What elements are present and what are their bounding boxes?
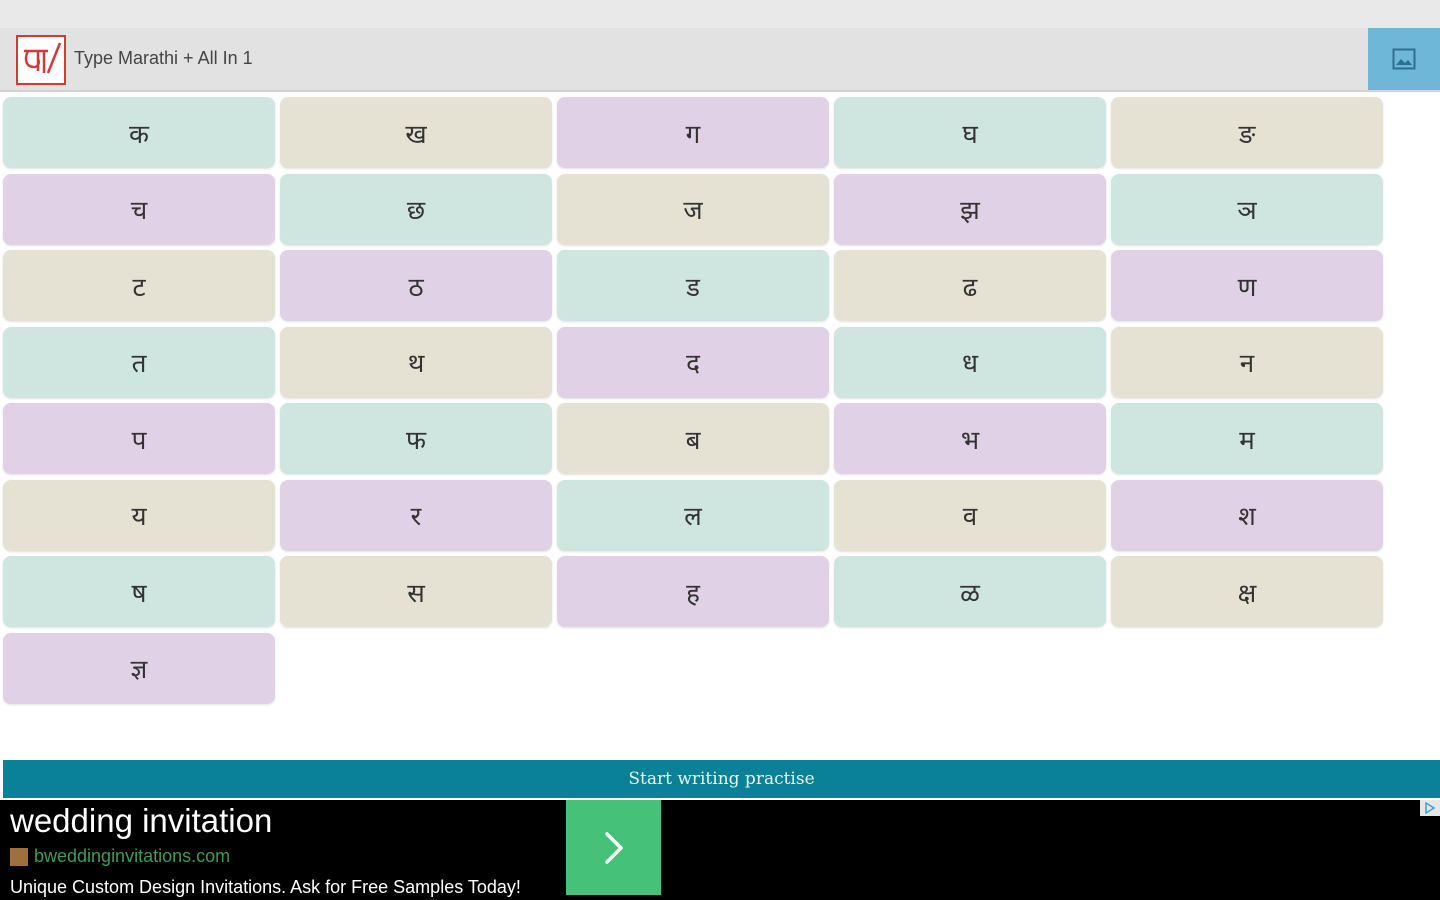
letter-key[interactable]: प — [3, 403, 275, 474]
status-bar — [0, 0, 1440, 28]
start-writing-practise-button[interactable]: Start writing practise — [3, 760, 1440, 798]
ad-favicon-icon — [10, 847, 28, 866]
letter-key[interactable]: द — [557, 326, 829, 398]
letter-key[interactable]: ज — [557, 173, 829, 245]
ad-choices-icon — [1425, 802, 1436, 814]
image-icon — [1392, 48, 1416, 70]
letter-key[interactable]: म — [1111, 403, 1383, 474]
letter-key[interactable]: घ — [834, 97, 1106, 168]
letter-key[interactable]: छ — [280, 173, 552, 245]
image-action-button[interactable] — [1368, 28, 1440, 90]
letter-key[interactable]: स — [280, 556, 552, 627]
letter-key[interactable]: च — [3, 173, 275, 245]
letter-key[interactable]: ळ — [834, 556, 1106, 627]
ad-description[interactable]: Unique Custom Design Invitations. Ask fo… — [10, 877, 521, 898]
letter-key[interactable]: ढ — [834, 250, 1106, 321]
letter-key[interactable]: ड — [557, 250, 829, 321]
letter-key[interactable]: ब — [557, 403, 829, 474]
ad-banner[interactable]: wedding invitation bweddinginvitations.c… — [0, 800, 1440, 900]
ad-url-row[interactable]: bweddinginvitations.com — [10, 846, 230, 867]
letter-key[interactable]: श — [1111, 479, 1383, 551]
app-logo — [16, 35, 66, 85]
letter-key[interactable]: झ — [834, 173, 1106, 245]
ad-url[interactable]: bweddinginvitations.com — [34, 846, 230, 867]
letter-key[interactable]: ध — [834, 326, 1106, 398]
letter-key[interactable]: ह — [557, 556, 829, 627]
app-bar: Type Marathi + All In 1 — [0, 28, 1440, 92]
letter-key[interactable]: ग — [557, 97, 829, 168]
letter-key[interactable]: ख — [280, 97, 552, 168]
letter-key[interactable]: क्ष — [1111, 556, 1383, 627]
letter-key[interactable]: व — [834, 479, 1106, 551]
letter-key[interactable]: ठ — [280, 250, 552, 321]
letter-key[interactable]: त — [3, 326, 275, 398]
letter-key[interactable]: ञ — [1111, 173, 1383, 245]
letter-key[interactable]: न — [1111, 326, 1383, 398]
marathi-ma-logo-icon — [24, 42, 62, 74]
letter-key[interactable]: ण — [1111, 250, 1383, 321]
app-title: Type Marathi + All In 1 — [74, 48, 253, 68]
letter-key[interactable]: ष — [3, 556, 275, 627]
letter-key[interactable]: य — [3, 479, 275, 551]
letter-key[interactable]: भ — [834, 403, 1106, 474]
chevron-right-icon — [604, 831, 623, 864]
letter-key[interactable]: ङ — [1111, 97, 1383, 168]
letter-key[interactable]: र — [280, 479, 552, 551]
letter-key[interactable]: ज्ञ — [3, 632, 275, 704]
letter-key[interactable]: थ — [280, 326, 552, 398]
letter-key[interactable]: ल — [557, 479, 829, 551]
ad-choices-button[interactable] — [1420, 800, 1440, 816]
ad-title[interactable]: wedding invitation — [10, 802, 272, 840]
letter-key[interactable]: ट — [3, 250, 275, 321]
ad-cta-button[interactable] — [566, 800, 661, 895]
letter-key[interactable]: क — [3, 97, 275, 168]
letter-key[interactable]: फ — [280, 403, 552, 474]
letter-grid: क ख ग घ ङ च छ ज झ ञ ट ठ ड ढ ण त थ द ध न … — [3, 97, 1383, 704]
